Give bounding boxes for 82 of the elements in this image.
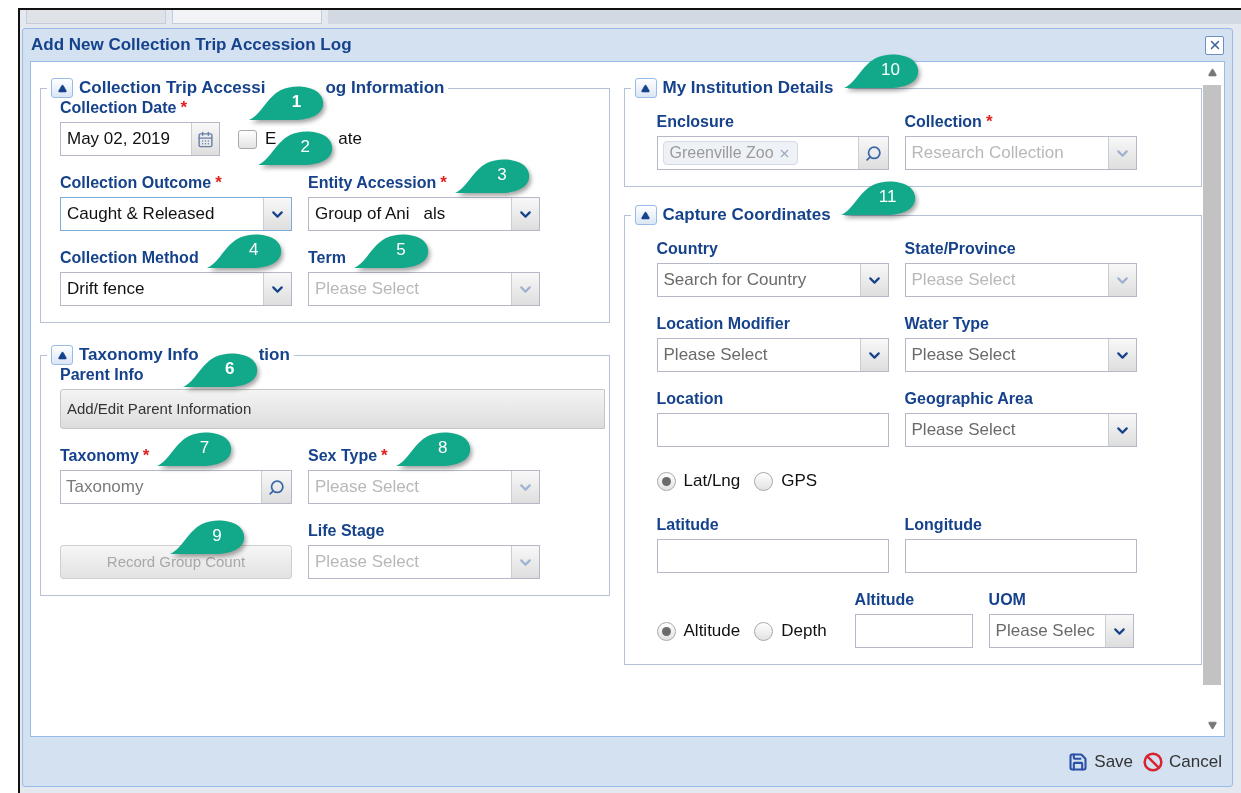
required-asterisk: * bbox=[985, 112, 993, 132]
save-icon bbox=[1068, 751, 1089, 772]
field-label: Sex Type bbox=[308, 446, 378, 466]
field-label: Location Modifier bbox=[656, 314, 790, 334]
section-title: Taxonomy Info bbox=[79, 345, 199, 364]
parent-info-button[interactable]: Add/Edit Parent Information bbox=[60, 389, 605, 429]
section-title: My Institution Details bbox=[662, 78, 834, 97]
text-field[interactable] bbox=[656, 539, 889, 573]
scroll-down-icon[interactable] bbox=[1207, 721, 1217, 730]
field-label: Country bbox=[656, 239, 718, 259]
dropdown-field[interactable]: Drift fence bbox=[60, 272, 292, 306]
checkbox[interactable] bbox=[238, 129, 257, 149]
collapse-toggle[interactable] bbox=[634, 205, 657, 225]
field-label: Water Type bbox=[904, 314, 989, 334]
cancel-button[interactable]: Cancel bbox=[1143, 748, 1222, 775]
collapse-toggle[interactable] bbox=[51, 345, 73, 365]
radio-button[interactable] bbox=[656, 471, 676, 491]
radio-button[interactable] bbox=[754, 621, 774, 641]
search-icon bbox=[268, 478, 285, 496]
required-asterisk: * bbox=[215, 173, 222, 193]
dialog-title: Add New Collection Trip Accession Log bbox=[31, 34, 352, 57]
collapse-toggle[interactable] bbox=[634, 78, 657, 98]
field-label: Enclosure bbox=[656, 112, 734, 132]
text-field[interactable] bbox=[656, 413, 889, 447]
radio-button[interactable] bbox=[656, 621, 676, 641]
background-tab[interactable] bbox=[172, 10, 322, 24]
radio-button[interactable] bbox=[754, 471, 774, 491]
field-label: Location bbox=[656, 389, 724, 409]
collapse-arrow-icon bbox=[641, 83, 651, 93]
dropdown-field[interactable]: Group of Ani als bbox=[308, 197, 540, 231]
search-field[interactable]: Taxonomy bbox=[60, 470, 292, 504]
background-tab[interactable] bbox=[26, 10, 166, 24]
required-asterisk: * bbox=[180, 98, 188, 118]
radio-option[interactable]: Altitude bbox=[656, 618, 753, 644]
field-label: Taxonomy bbox=[60, 446, 139, 466]
field-label: Longitude bbox=[904, 515, 982, 535]
checkbox-label: E bbox=[265, 129, 277, 148]
scroll-thumb[interactable] bbox=[1203, 85, 1221, 685]
cancel-icon bbox=[1143, 751, 1164, 772]
tag-chip: Greenville Zoo bbox=[662, 141, 798, 165]
collapse-arrow-icon bbox=[57, 350, 67, 360]
scroll-up-icon[interactable] bbox=[1207, 68, 1217, 77]
field-label: Collection Date bbox=[60, 98, 177, 118]
radio-option[interactable]: Lat/Lng bbox=[656, 468, 753, 494]
section-title: tion bbox=[258, 345, 290, 364]
dropdown-field[interactable]: Please Selec bbox=[988, 614, 1134, 648]
collapse-arrow-icon bbox=[641, 210, 651, 220]
field-label: Collection Method bbox=[60, 248, 199, 268]
field-label: Latitude bbox=[656, 515, 719, 535]
required-asterisk: * bbox=[381, 446, 388, 466]
section-title: Collection Trip Accessi bbox=[79, 78, 266, 97]
radio-option[interactable]: Depth bbox=[754, 618, 839, 644]
dropdown-field[interactable]: Please Select bbox=[904, 338, 1137, 372]
text-field[interactable] bbox=[904, 539, 1137, 573]
dropdown-field[interactable]: Please Select bbox=[904, 413, 1137, 447]
field-label: Term bbox=[308, 248, 346, 268]
section-title: Capture Coordinates bbox=[662, 205, 831, 224]
field-label: Collection bbox=[904, 112, 982, 132]
calendar-icon bbox=[197, 130, 214, 148]
required-asterisk: * bbox=[142, 446, 150, 466]
collapse-arrow-icon bbox=[57, 83, 67, 93]
date-field[interactable]: May 02, 2019 bbox=[60, 122, 220, 156]
close-button[interactable] bbox=[1205, 35, 1224, 55]
field-label: Parent Info bbox=[60, 365, 144, 385]
text-field[interactable] bbox=[854, 614, 973, 648]
field-label: State/Province bbox=[904, 239, 1016, 259]
dropdown-field[interactable]: Caught & Released bbox=[60, 197, 292, 231]
field-label: Altitude bbox=[854, 590, 915, 610]
field-label: Life Stage bbox=[308, 521, 385, 541]
collapse-toggle[interactable] bbox=[51, 78, 73, 98]
search-icon bbox=[864, 144, 882, 162]
save-button[interactable]: Save bbox=[1068, 748, 1134, 775]
radio-option[interactable]: GPS bbox=[754, 468, 830, 494]
section-title: og Information bbox=[325, 78, 445, 97]
checkbox-label: ate bbox=[338, 129, 362, 148]
field-label: UOM bbox=[988, 590, 1026, 610]
field-label: Entity Accession bbox=[308, 173, 437, 193]
field-label: Geographic Area bbox=[904, 389, 1033, 409]
required-asterisk: * bbox=[440, 173, 447, 193]
dropdown-field[interactable]: Please Select bbox=[656, 338, 889, 372]
field-label: Collection Outcome bbox=[60, 173, 212, 193]
dropdown-field[interactable]: Search for Country bbox=[656, 263, 889, 297]
